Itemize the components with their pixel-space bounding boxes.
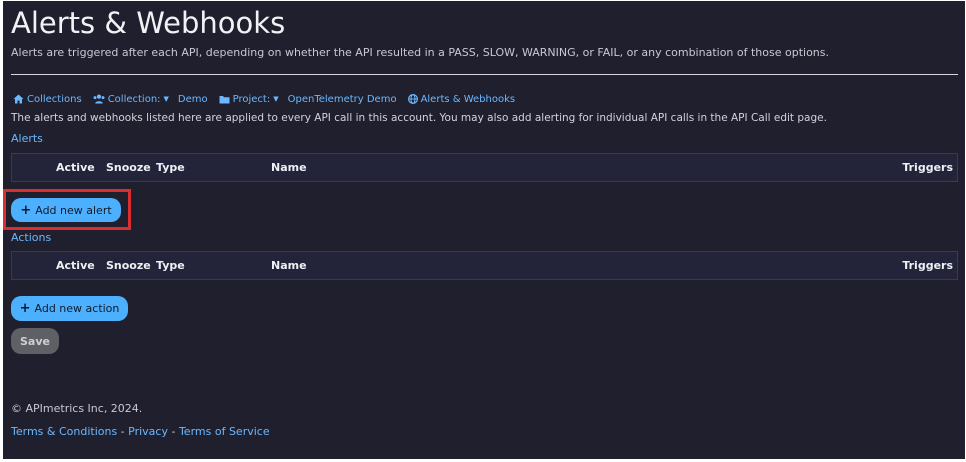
alerts-col-active[interactable]: Active bbox=[56, 161, 95, 174]
page-subtitle: Alerts are triggered after each API, dep… bbox=[11, 46, 830, 59]
alerts-col-name[interactable]: Name bbox=[271, 161, 307, 174]
page-description: The alerts and webhooks listed here are … bbox=[11, 112, 827, 124]
alerts-col-snooze[interactable]: Snooze bbox=[106, 161, 151, 174]
actions-col-type[interactable]: Type bbox=[156, 259, 185, 272]
breadcrumb-collections[interactable]: Collections bbox=[13, 94, 82, 105]
footer-separator: - bbox=[117, 425, 129, 438]
breadcrumb-collection-value[interactable]: Demo bbox=[178, 94, 208, 105]
terms-of-service-link[interactable]: Terms of Service bbox=[179, 425, 270, 438]
header-divider bbox=[11, 74, 958, 75]
add-alert-button-label: Add new alert bbox=[35, 203, 112, 217]
footer-links: Terms & Conditions - Privacy - Terms of … bbox=[11, 425, 270, 438]
breadcrumb-collection[interactable]: Collection: ▼ Demo bbox=[93, 94, 208, 105]
globe-icon bbox=[407, 94, 418, 104]
privacy-link[interactable]: Privacy bbox=[128, 425, 168, 438]
alerts-col-triggers[interactable]: Triggers bbox=[902, 161, 953, 174]
actions-col-snooze[interactable]: Snooze bbox=[106, 259, 151, 272]
alerts-col-type[interactable]: Type bbox=[156, 161, 185, 174]
actions-table-header: Active Snooze Type Name Triggers bbox=[11, 251, 958, 280]
add-action-button[interactable]: + Add new action bbox=[11, 296, 128, 321]
home-icon bbox=[13, 94, 24, 104]
breadcrumb-current[interactable]: Alerts & Webhooks bbox=[407, 93, 516, 105]
actions-section-label: Actions bbox=[11, 231, 52, 244]
breadcrumb-collections-label: Collections bbox=[27, 93, 82, 105]
breadcrumb-project-value[interactable]: OpenTelemetry Demo bbox=[288, 94, 397, 105]
actions-col-triggers[interactable]: Triggers bbox=[902, 259, 953, 272]
breadcrumb-project-label: Project: bbox=[232, 93, 271, 105]
breadcrumb: Collections Collection: ▼ Demo Project: … bbox=[13, 92, 526, 106]
actions-col-active[interactable]: Active bbox=[56, 259, 95, 272]
breadcrumb-collection-label: Collection: bbox=[107, 93, 161, 105]
users-icon bbox=[93, 94, 105, 104]
add-alert-button[interactable]: + Add new alert bbox=[11, 198, 121, 222]
plus-icon: + bbox=[20, 202, 32, 218]
caret-down-icon: ▼ bbox=[163, 95, 169, 103]
caret-down-icon: ▼ bbox=[273, 95, 279, 103]
page: Alerts & Webhooks Alerts are triggered a… bbox=[3, 1, 965, 460]
terms-conditions-link[interactable]: Terms & Conditions bbox=[11, 425, 117, 438]
alerts-table-header: Active Snooze Type Name Triggers bbox=[11, 153, 958, 182]
page-title: Alerts & Webhooks bbox=[11, 6, 286, 40]
actions-col-name[interactable]: Name bbox=[271, 259, 307, 272]
alerts-section-label: Alerts bbox=[11, 132, 43, 145]
add-action-button-label: Add new action bbox=[34, 302, 120, 315]
footer-copyright: © APImetrics Inc, 2024. bbox=[11, 402, 143, 415]
save-button[interactable]: Save bbox=[11, 328, 59, 354]
plus-icon: + bbox=[19, 301, 31, 316]
folder-icon bbox=[219, 95, 230, 104]
footer-separator: - bbox=[167, 425, 179, 438]
breadcrumb-current-label: Alerts & Webhooks bbox=[420, 93, 516, 105]
breadcrumb-project[interactable]: Project: ▼ OpenTelemetry Demo bbox=[219, 94, 397, 105]
